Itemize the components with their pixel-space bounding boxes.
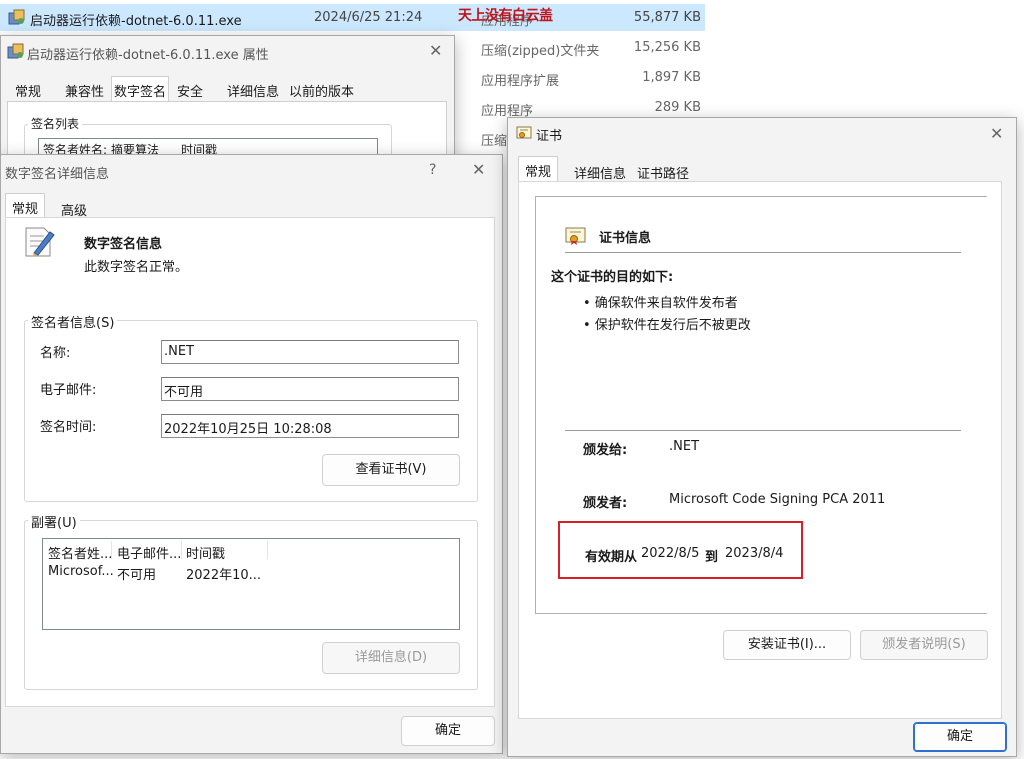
tab-general[interactable]: 常规: [518, 156, 559, 182]
issued-to-value: .NET: [669, 439, 700, 454]
purpose-item: • 确保软件来自软件发布者: [583, 296, 738, 311]
countersigner-email: 不可用: [117, 568, 157, 583]
view-certificate-button[interactable]: 查看证书(V): [322, 454, 460, 486]
issued-to-label: 颁发给:: [583, 443, 628, 458]
general-panel: 数字签名信息 此数字签名正常。 签名者信息(S) 名称: .NET 电子邮件: …: [5, 217, 495, 707]
column-header[interactable]: 电子邮件...: [117, 543, 181, 562]
signing-time-label: 签名时间:: [40, 420, 97, 435]
properties-window-title: 启动器运行依赖-dotnet-6.0.11.exe 属性: [27, 48, 269, 63]
file-row-size: 15,256 KB: [633, 40, 701, 55]
signature-list-label: 签名列表: [28, 115, 83, 132]
ok-button[interactable]: 确定: [913, 722, 1007, 752]
tab-details[interactable]: 详细信息: [225, 81, 281, 100]
close-icon[interactable]: ✕: [429, 43, 442, 59]
signer-info-label: 签名者信息(S): [28, 312, 118, 331]
column-header[interactable]: 签名者姓...: [48, 543, 112, 562]
divider: [565, 252, 961, 253]
table-row[interactable]: Microsof... 不可用 2022年10...: [43, 562, 459, 583]
purpose-item: • 保护软件在发行后不被更改: [583, 318, 751, 333]
tab-security[interactable]: 安全: [175, 81, 205, 100]
issuer-statement-button[interactable]: 颁发者说明(S): [860, 630, 988, 660]
purpose-heading: 这个证书的目的如下:: [551, 270, 674, 285]
file-row-type: 压缩(zipped)文件夹: [481, 44, 600, 59]
close-icon[interactable]: ✕: [990, 126, 1003, 142]
issued-by-value: Microsoft Code Signing PCA 2011: [669, 492, 886, 507]
watermark-text: 天上没有白云盖: [458, 8, 553, 24]
file-row-type: 压缩: [481, 134, 508, 149]
certificate-window-title: 证书: [536, 129, 563, 144]
signature-details-window: 数字签名详细信息 ? ✕ 常规 高级 数字签名信息 此数字签名正常。 签名者信息…: [0, 154, 503, 754]
column-header[interactable]: 时间戳: [186, 543, 225, 562]
signature-info-title: 数字签名信息: [84, 237, 163, 252]
tab-previous-versions[interactable]: 以前的版本: [287, 81, 356, 100]
countersigner-timestamp: 2022年10...: [186, 568, 262, 583]
email-field[interactable]: 不可用: [161, 377, 459, 401]
column-divider[interactable]: [181, 541, 182, 559]
certificate-info-title: 证书信息: [599, 231, 652, 246]
installer-file-icon: [7, 43, 24, 59]
signature-details-title: 数字签名详细信息: [5, 167, 110, 182]
ok-button[interactable]: 确定: [401, 716, 495, 746]
close-icon[interactable]: ✕: [472, 162, 485, 178]
file-row-size: 289 KB: [654, 100, 701, 115]
countersignatures-list[interactable]: 签名者姓... 电子邮件... 时间戳 Microsof... 不可用 2022…: [42, 538, 460, 630]
details-button[interactable]: 详细信息(D): [322, 642, 460, 674]
certificate-icon: [565, 227, 586, 245]
email-label: 电子邮件:: [40, 383, 97, 398]
certificate-document-icon: [25, 227, 55, 257]
column-divider[interactable]: [267, 541, 268, 559]
countersigner-name: Microsof...: [48, 564, 114, 579]
file-row-type: 应用程序扩展: [481, 74, 560, 89]
name-field[interactable]: .NET: [161, 340, 459, 364]
tab-details[interactable]: 详细信息: [572, 163, 628, 182]
certificate-window: 证书 ✕ 常规 详细信息 证书路径 证书信息 这个证书的目的如下: • 确保软件…: [507, 117, 1017, 757]
file-row-size: 1,897 KB: [642, 70, 701, 85]
column-divider[interactable]: [111, 541, 112, 559]
tab-compatibility[interactable]: 兼容性: [63, 81, 106, 100]
general-panel: 证书信息 这个证书的目的如下: • 确保软件来自软件发布者 • 保护软件在发行后…: [518, 181, 1002, 719]
tab-digital-signatures[interactable]: 数字签名: [111, 76, 170, 102]
signature-status-text: 此数字签名正常。: [84, 260, 189, 275]
validity-highlight-box: [558, 521, 803, 579]
install-certificate-button[interactable]: 安装证书(I)...: [723, 630, 851, 660]
divider: [565, 430, 961, 431]
tab-general[interactable]: 常规: [13, 81, 43, 100]
installer-file-icon: [8, 9, 25, 25]
tab-certification-path[interactable]: 证书路径: [635, 163, 691, 182]
signing-time-field[interactable]: 2022年10月25日 10:28:08: [161, 414, 459, 438]
help-icon[interactable]: ?: [429, 163, 436, 177]
properties-window: 启动器运行依赖-dotnet-6.0.11.exe 属性 ✕ 常规 兼容性 数字…: [0, 35, 455, 184]
selected-file-name: 启动器运行依赖-dotnet-6.0.11.exe: [30, 14, 242, 29]
selected-file-size: 55,877 KB: [633, 10, 701, 25]
selected-file-date: 2024/6/25 21:24: [314, 10, 423, 25]
certificate-icon: [516, 126, 532, 139]
name-label: 名称:: [40, 346, 71, 361]
tab-general[interactable]: 常规: [5, 193, 46, 219]
issued-by-label: 颁发者:: [583, 496, 628, 511]
countersignatures-label: 副署(U): [28, 512, 80, 531]
